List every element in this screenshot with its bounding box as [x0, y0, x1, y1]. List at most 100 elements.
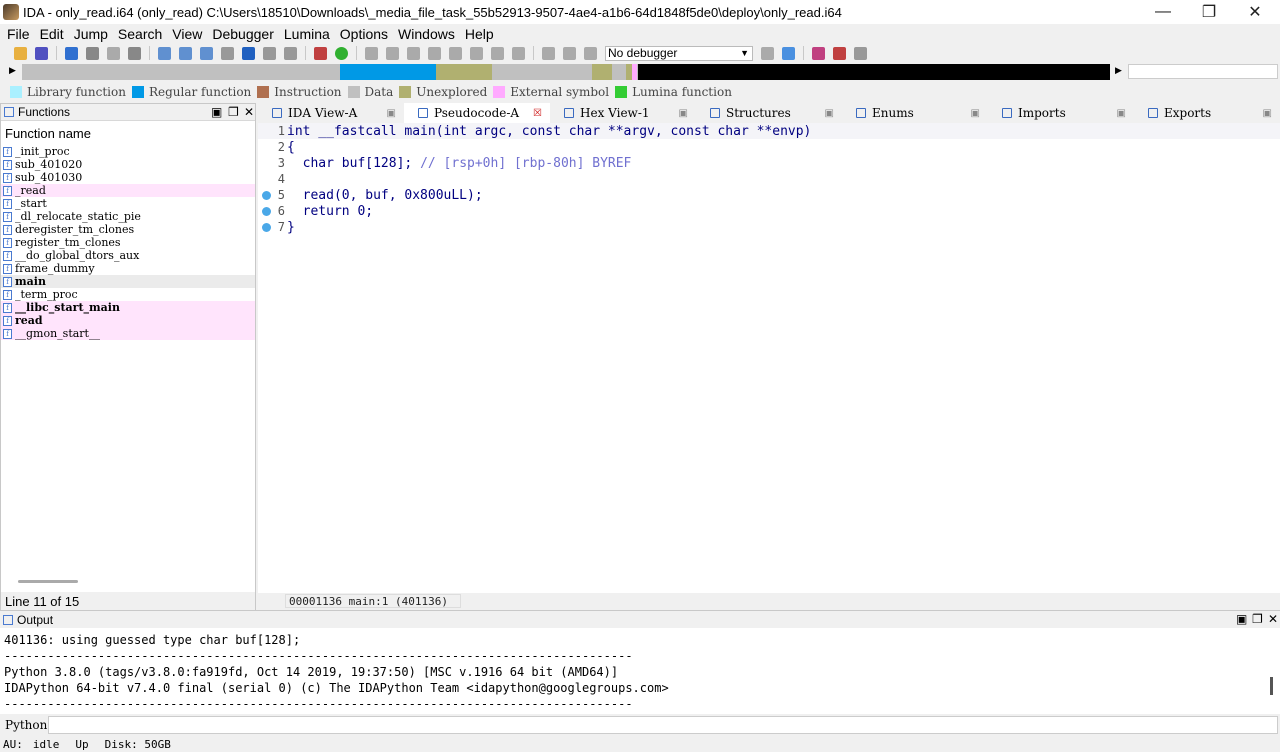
close-icon[interactable]: ▣ — [971, 108, 980, 119]
function-row[interactable]: f __gmon_start__ — [1, 327, 255, 340]
function-row[interactable]: f __libc_start_main — [1, 301, 255, 314]
menu-lumina[interactable]: Lumina — [279, 26, 335, 42]
output-vscrollbar[interactable] — [1270, 677, 1273, 695]
menu-view[interactable]: View — [167, 26, 207, 42]
stop-icon[interactable] — [584, 46, 597, 60]
close-window-button[interactable]: ✕ — [1232, 0, 1278, 24]
function-row[interactable]: f main — [1, 275, 255, 288]
function-row[interactable]: f _init_proc — [1, 145, 255, 158]
breakpoint-dot-icon[interactable] — [262, 222, 271, 232]
close-icon[interactable]: ▣ — [825, 108, 834, 119]
text-search-icon[interactable] — [179, 46, 192, 60]
pseudocode-view[interactable]: 1 int __fastcall main(int argc, const cha… — [258, 123, 1280, 593]
function-row[interactable]: f _read — [1, 184, 255, 197]
text-format-icon[interactable] — [263, 46, 276, 60]
nav-left-icon[interactable]: ▶ — [9, 65, 16, 76]
function-row[interactable]: f read — [1, 314, 255, 327]
close-icon[interactable]: ☒ — [533, 108, 542, 119]
function-row[interactable]: f __do_global_dtors_aux — [1, 249, 255, 262]
debug-run-to-icon[interactable] — [470, 46, 483, 60]
function-row[interactable]: f sub_401020 — [1, 158, 255, 171]
tab-imports[interactable]: Imports ▣ — [988, 103, 1134, 123]
debug-dropdown-icon[interactable] — [449, 46, 462, 60]
forward-dropdown-icon[interactable] — [128, 46, 141, 60]
minimize-button[interactable]: — — [1140, 0, 1186, 24]
back-icon[interactable] — [65, 46, 78, 60]
panel-minimize-icon[interactable]: ▣ — [1236, 612, 1247, 626]
panel-close-icon[interactable]: ✕ — [244, 105, 254, 119]
maximize-button[interactable]: ❐ — [1186, 0, 1232, 24]
code-line[interactable]: 3 char buf[128]; // [rsp+0h] [rbp-80h] B… — [258, 155, 1280, 171]
debug-step-icon[interactable] — [365, 46, 378, 60]
panel-close-icon[interactable]: ✕ — [1268, 612, 1278, 626]
menu-windows[interactable]: Windows — [393, 26, 460, 42]
play-icon[interactable] — [542, 46, 555, 60]
back-dropdown-icon[interactable] — [86, 46, 99, 60]
menu-file[interactable]: File — [2, 26, 35, 42]
tab-enums[interactable]: Enums ▣ — [842, 103, 988, 123]
navigation-bar[interactable] — [22, 64, 1110, 80]
panel-minimize-icon[interactable]: ▣ — [211, 105, 222, 119]
close-icon[interactable]: ▣ — [1263, 108, 1272, 119]
debug-return-icon[interactable] — [428, 46, 441, 60]
open-icon[interactable] — [14, 46, 27, 60]
menu-jump[interactable]: Jump — [69, 26, 113, 42]
flag-icon[interactable] — [833, 46, 846, 60]
close-icon[interactable]: ▣ — [1117, 108, 1126, 119]
python-command-input[interactable] — [48, 716, 1278, 734]
binary-search-icon[interactable] — [158, 46, 171, 60]
code-line[interactable]: 5 read(0, buf, 0x800uLL); — [258, 187, 1280, 203]
graph-icon[interactable] — [221, 46, 234, 60]
menu-edit[interactable]: Edit — [35, 26, 69, 42]
breakpoint-dot-icon[interactable] — [262, 206, 271, 216]
debug-close-icon[interactable] — [512, 46, 525, 60]
menu-search[interactable]: Search — [113, 26, 167, 42]
python-label[interactable]: Python — [0, 718, 48, 732]
debug-step-over-icon[interactable] — [386, 46, 399, 60]
forward-icon[interactable] — [107, 46, 120, 60]
attach-icon[interactable] — [761, 46, 774, 60]
panel-float-icon[interactable]: ❐ — [228, 105, 239, 119]
function-row[interactable]: f _dl_relocate_static_pie — [1, 210, 255, 223]
output-log[interactable]: 401136: using guessed type char buf[128]… — [0, 628, 1280, 712]
tab-pseudocode-a[interactable]: Pseudocode-A ☒ — [404, 103, 550, 123]
function-row[interactable]: f sub_401030 — [1, 171, 255, 184]
sync-icon[interactable] — [782, 46, 795, 60]
breakpoint-icon[interactable] — [812, 46, 825, 60]
code-line[interactable]: 4 — [258, 171, 1280, 187]
close-icon[interactable]: ▣ — [387, 108, 396, 119]
tab-structures[interactable]: Structures ▣ — [696, 103, 842, 123]
nav-right-icon[interactable]: ▶ — [1115, 65, 1122, 76]
panel-float-icon[interactable]: ❐ — [1252, 612, 1263, 626]
function-row[interactable]: f _start — [1, 197, 255, 210]
function-row[interactable]: f deregister_tm_clones — [1, 223, 255, 236]
function-row[interactable]: f register_tm_clones — [1, 236, 255, 249]
function-row[interactable]: f _term_proc — [1, 288, 255, 301]
chart-icon[interactable] — [314, 46, 327, 60]
search-next-icon[interactable] — [200, 46, 213, 60]
menu-debugger[interactable]: Debugger — [207, 26, 279, 42]
format-dropdown-icon[interactable] — [284, 46, 297, 60]
tab-ida-view-a[interactable]: IDA View-A ▣ — [258, 103, 404, 123]
menu-options[interactable]: Options — [335, 26, 393, 42]
toolbar-misc-icon[interactable] — [854, 46, 867, 60]
functions-hscrollbar[interactable] — [18, 580, 78, 583]
debugger-select[interactable]: No debugger ▼ — [605, 45, 753, 61]
run-green-icon[interactable] — [335, 46, 348, 60]
pause-icon[interactable] — [563, 46, 576, 60]
debug-trace-icon[interactable] — [407, 46, 420, 60]
menu-help[interactable]: Help — [460, 26, 499, 42]
code-line[interactable]: 6 return 0; — [258, 203, 1280, 219]
code-line[interactable]: 7} — [258, 219, 1280, 235]
function-name-column-header[interactable]: Function name — [1, 121, 255, 145]
close-icon[interactable]: ▣ — [679, 108, 688, 119]
debug-graph-icon[interactable] — [491, 46, 504, 60]
function-row[interactable]: f frame_dummy — [1, 262, 255, 275]
tab-hex-view-1[interactable]: Hex View-1 ▣ — [550, 103, 696, 123]
tab-exports[interactable]: Exports ▣ — [1134, 103, 1280, 123]
nav-combo[interactable] — [1128, 64, 1278, 79]
jump-up-icon[interactable] — [242, 46, 255, 60]
code-line[interactable]: 2{ — [258, 139, 1280, 155]
breakpoint-dot-icon[interactable] — [262, 190, 271, 200]
save-icon[interactable] — [35, 46, 48, 60]
